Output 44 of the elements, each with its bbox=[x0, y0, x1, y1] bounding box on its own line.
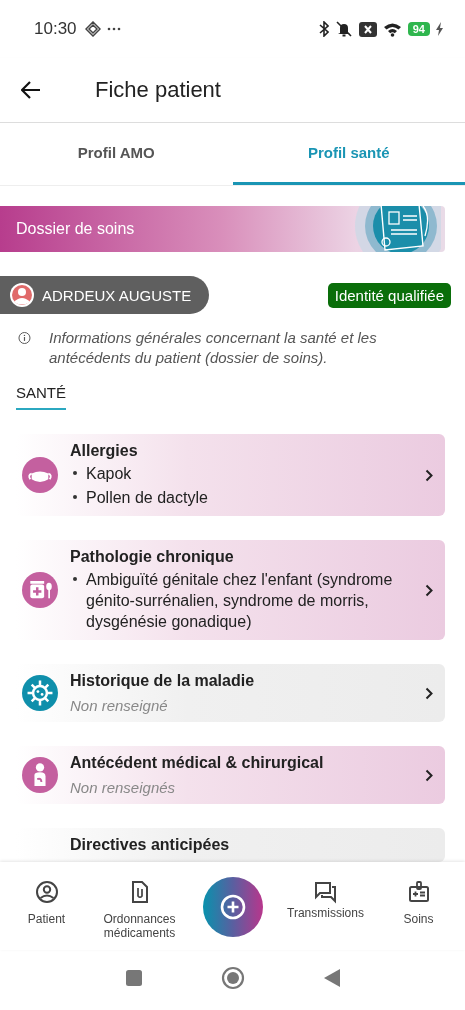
screen-title: Fiche patient bbox=[95, 77, 221, 103]
section-heading: SANTÉ bbox=[16, 384, 66, 410]
battery-level: 94 bbox=[407, 22, 430, 36]
card-title: Allergies bbox=[70, 442, 139, 460]
card-title: Historique de la maladie bbox=[70, 672, 256, 690]
identity-badge: Identité qualifiée bbox=[327, 282, 451, 308]
home-button[interactable] bbox=[220, 966, 245, 990]
nav-tab[interactable]: Patient bbox=[0, 880, 93, 926]
empty-note: Non renseignés bbox=[70, 779, 177, 796]
nav-tab[interactable]: Soins bbox=[372, 880, 465, 926]
card-title: Antécédent médical & chirurgical bbox=[70, 754, 325, 772]
more-icon bbox=[106, 26, 121, 32]
wifi-icon bbox=[382, 21, 402, 37]
bullet-icon bbox=[73, 495, 77, 499]
chevron-right-icon bbox=[425, 468, 433, 482]
app-notification-icon bbox=[84, 21, 101, 37]
card-title: Pathologie chronique bbox=[70, 548, 235, 566]
clock: 10:30 bbox=[34, 19, 77, 39]
card-title: Directives anticipées bbox=[70, 836, 231, 854]
chevron-right-icon bbox=[425, 768, 433, 782]
list-item: Pollen de dactyle bbox=[86, 488, 208, 508]
nav-tab[interactable]: Ordonnances médicaments bbox=[93, 880, 186, 940]
add-icon bbox=[219, 894, 246, 920]
list-item: Kapok bbox=[86, 464, 132, 484]
empty-note: Non renseigné bbox=[70, 697, 169, 714]
list-item: Ambiguïté génitale chez l'enfant (syndrome génito-surrénalien, syndrome de morris, dysgénésie gonadique) bbox=[86, 570, 394, 632]
charging-icon bbox=[436, 22, 443, 36]
medical-id-icon bbox=[406, 880, 431, 904]
chevron-right-icon bbox=[425, 686, 433, 700]
bullet-icon bbox=[73, 577, 77, 581]
info-text: Informations générales concernant la santé et les antécédents du patient (dossier de soins). bbox=[48, 328, 378, 368]
chat-icon bbox=[313, 880, 338, 904]
bluetooth-icon bbox=[318, 21, 329, 37]
close-box-icon bbox=[358, 21, 377, 37]
banner-title: Dossier de soins bbox=[16, 220, 136, 238]
patient-name: ADRDEUX AUGUSTE bbox=[42, 286, 192, 304]
avatar-icon bbox=[10, 283, 34, 307]
muted-bell-icon bbox=[334, 21, 353, 37]
bullet-icon bbox=[73, 471, 77, 475]
nav-tab[interactable]: Transmissions bbox=[279, 880, 372, 920]
chevron-right-icon bbox=[425, 583, 433, 597]
profile-icon bbox=[34, 880, 59, 904]
recents-button[interactable] bbox=[124, 969, 143, 987]
back-arrow-icon bbox=[21, 81, 41, 99]
